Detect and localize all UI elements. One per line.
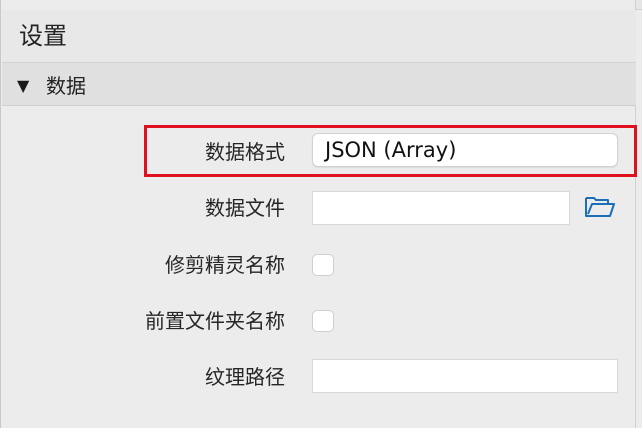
settings-title: 设置 (19, 22, 67, 50)
prepend-folder-name-label: 前置文件夹名称 (145, 309, 285, 333)
data-file-input[interactable] (312, 191, 570, 225)
data-section-header[interactable]: ▼ 数据 (2, 63, 636, 106)
disclosure-triangle-icon[interactable]: ▼ (17, 77, 29, 95)
data-section-title: 数据 (46, 74, 86, 98)
texture-path-input[interactable] (312, 359, 618, 393)
prepend-folder-name-checkbox[interactable] (312, 310, 334, 332)
settings-header: 设置 (2, 10, 636, 63)
texture-path-label: 纹理路径 (205, 365, 285, 389)
data-file-label: 数据文件 (205, 196, 285, 220)
trim-sprite-names-label: 修剪精灵名称 (165, 253, 285, 277)
folder-browse-button[interactable] (584, 192, 616, 220)
folder-icon (585, 197, 615, 217)
trim-sprite-names-checkbox[interactable] (312, 254, 334, 276)
highlight-box (144, 125, 637, 177)
